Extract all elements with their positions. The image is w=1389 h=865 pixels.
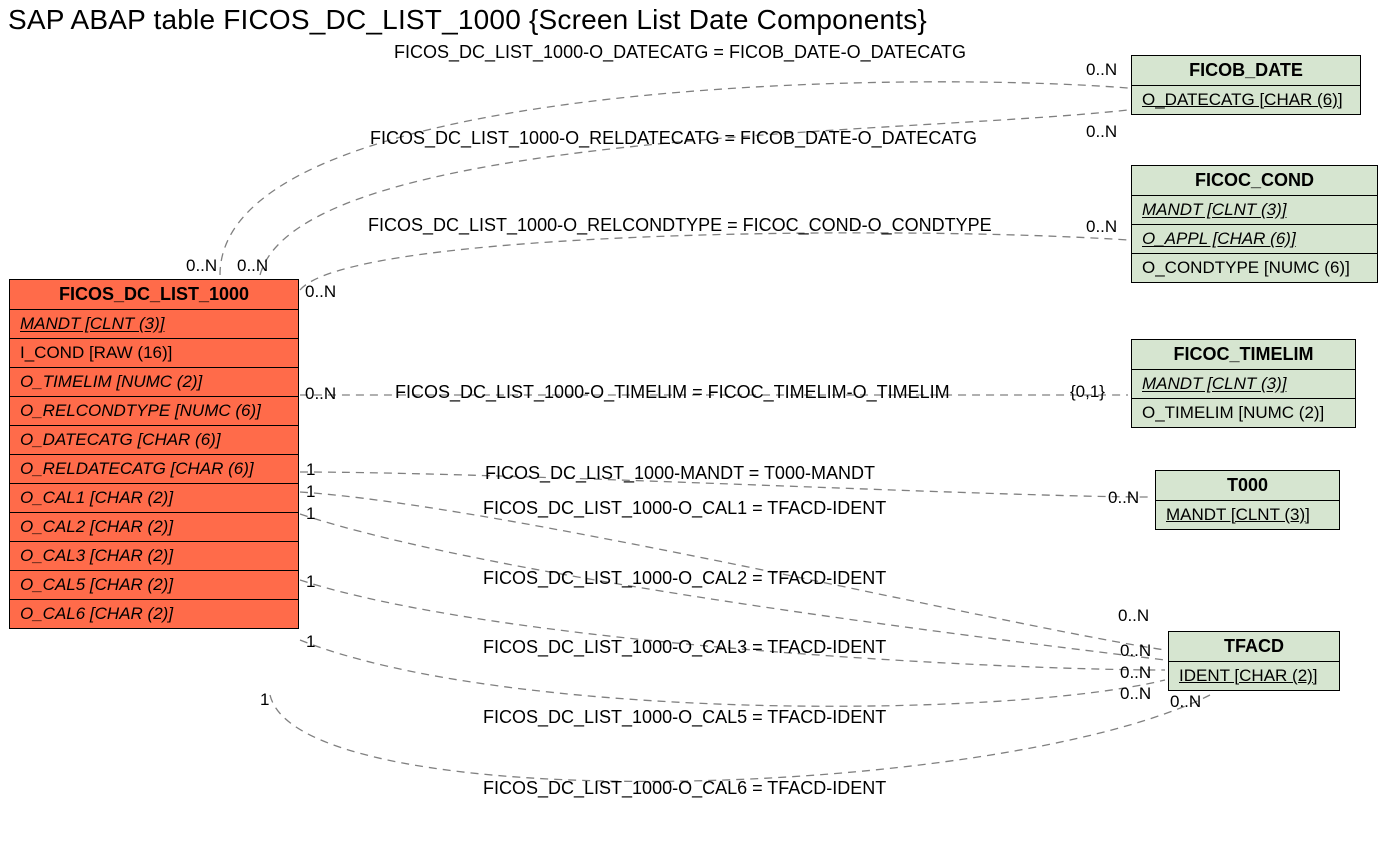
cardinality: {0,1}: [1070, 382, 1105, 402]
entity-t000: T000 MANDT [CLNT (3)]: [1155, 470, 1340, 530]
relationship-label: FICOS_DC_LIST_1000-O_RELCONDTYPE = FICOC…: [368, 215, 992, 236]
cardinality: 0..N: [1170, 692, 1201, 712]
entity-header: FICOB_DATE: [1132, 56, 1360, 86]
entity-row: O_CAL6 [CHAR (2)]: [10, 600, 298, 628]
diagram-title: SAP ABAP table FICOS_DC_LIST_1000 {Scree…: [8, 4, 927, 36]
entity-header: TFACD: [1169, 632, 1339, 662]
relationship-label: FICOS_DC_LIST_1000-O_CAL5 = TFACD-IDENT: [483, 707, 886, 728]
entity-row: MANDT [CLNT (3)]: [1156, 501, 1339, 529]
cardinality: 1: [306, 572, 315, 592]
cardinality: 0..N: [1086, 122, 1117, 142]
entity-row: IDENT [CHAR (2)]: [1169, 662, 1339, 690]
cardinality: 1: [306, 504, 315, 524]
entity-row: MANDT [CLNT (3)]: [10, 310, 298, 339]
cardinality: 1: [306, 460, 315, 480]
entity-ficoc-cond: FICOC_COND MANDT [CLNT (3)] O_APPL [CHAR…: [1131, 165, 1378, 283]
entity-header: FICOC_COND: [1132, 166, 1377, 196]
entity-row: O_DATECATG [CHAR (6)]: [10, 426, 298, 455]
cardinality: 0..N: [237, 256, 268, 276]
entity-row: O_APPL [CHAR (6)]: [1132, 225, 1377, 254]
entity-row: O_CONDTYPE [NUMC (6)]: [1132, 254, 1377, 282]
cardinality: 0..N: [1118, 606, 1149, 626]
entity-header: FICOC_TIMELIM: [1132, 340, 1355, 370]
entity-row: MANDT [CLNT (3)]: [1132, 196, 1377, 225]
entity-row: I_COND [RAW (16)]: [10, 339, 298, 368]
entity-row: O_RELCONDTYPE [NUMC (6)]: [10, 397, 298, 426]
entity-row: O_TIMELIM [NUMC (2)]: [1132, 399, 1355, 427]
relationship-label: FICOS_DC_LIST_1000-O_RELDATECATG = FICOB…: [370, 128, 977, 149]
entity-row: O_CAL3 [CHAR (2)]: [10, 542, 298, 571]
entity-ficos-dc-list-1000: FICOS_DC_LIST_1000 MANDT [CLNT (3)] I_CO…: [9, 279, 299, 629]
cardinality: 1: [260, 690, 269, 710]
cardinality: 0..N: [1120, 641, 1151, 661]
entity-tfacd: TFACD IDENT [CHAR (2)]: [1168, 631, 1340, 691]
relationship-label: FICOS_DC_LIST_1000-O_CAL3 = TFACD-IDENT: [483, 637, 886, 658]
cardinality: 0..N: [1108, 488, 1139, 508]
entity-row: O_RELDATECATG [CHAR (6)]: [10, 455, 298, 484]
entity-row: O_DATECATG [CHAR (6)]: [1132, 86, 1360, 114]
entity-ficoc-timelim: FICOC_TIMELIM MANDT [CLNT (3)] O_TIMELIM…: [1131, 339, 1356, 428]
relationship-label: FICOS_DC_LIST_1000-O_DATECATG = FICOB_DA…: [394, 42, 966, 63]
cardinality: 0..N: [1120, 663, 1151, 683]
cardinality: 1: [306, 482, 315, 502]
cardinality: 0..N: [1120, 684, 1151, 704]
entity-row: O_CAL5 [CHAR (2)]: [10, 571, 298, 600]
cardinality: 0..N: [186, 256, 217, 276]
cardinality: 0..N: [1086, 217, 1117, 237]
entity-header: FICOS_DC_LIST_1000: [10, 280, 298, 310]
cardinality: 0..N: [305, 282, 336, 302]
relationship-label: FICOS_DC_LIST_1000-O_CAL6 = TFACD-IDENT: [483, 778, 886, 799]
entity-row: O_CAL2 [CHAR (2)]: [10, 513, 298, 542]
entity-row: O_TIMELIM [NUMC (2)]: [10, 368, 298, 397]
entity-row: MANDT [CLNT (3)]: [1132, 370, 1355, 399]
entity-row: O_CAL1 [CHAR (2)]: [10, 484, 298, 513]
cardinality: 0..N: [1086, 60, 1117, 80]
relationship-label: FICOS_DC_LIST_1000-O_CAL1 = TFACD-IDENT: [483, 498, 886, 519]
entity-header: T000: [1156, 471, 1339, 501]
relationship-label: FICOS_DC_LIST_1000-O_CAL2 = TFACD-IDENT: [483, 568, 886, 589]
relationship-label: FICOS_DC_LIST_1000-MANDT = T000-MANDT: [485, 463, 875, 484]
cardinality: 1: [306, 632, 315, 652]
entity-ficob-date: FICOB_DATE O_DATECATG [CHAR (6)]: [1131, 55, 1361, 115]
relationship-label: FICOS_DC_LIST_1000-O_TIMELIM = FICOC_TIM…: [395, 382, 950, 403]
cardinality: 0..N: [305, 384, 336, 404]
